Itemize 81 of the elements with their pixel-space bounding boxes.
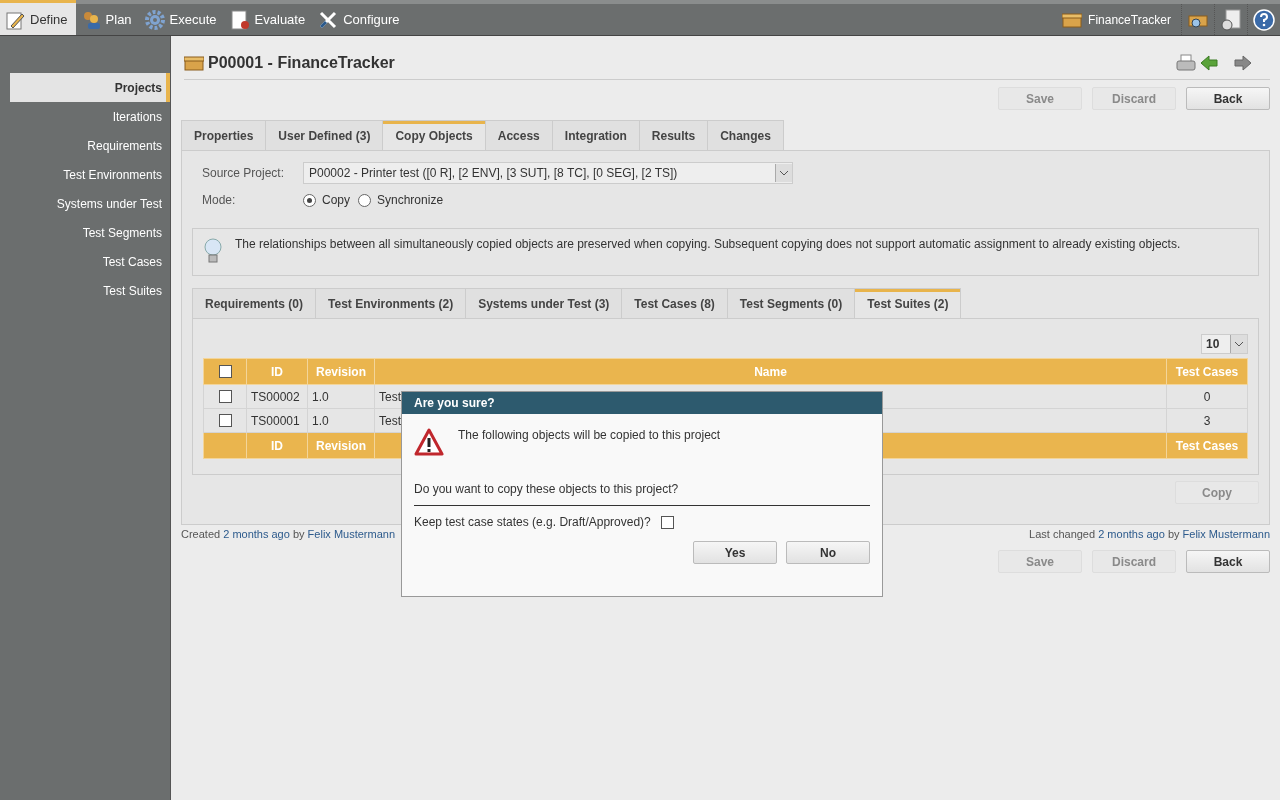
- menu-tab-label: Define: [30, 12, 68, 27]
- menu-tab[interactable]: Plan: [75, 4, 140, 35]
- menu-tab-label: Evaluate: [254, 12, 306, 27]
- arrow-left-icon[interactable]: [1200, 54, 1218, 71]
- info-text: The relationships between all simultaneously copied objects are preserved when copying. Subsequent copying does not support automatic assignment to already existing objects.: [235, 237, 1181, 251]
- menu-tab[interactable]: Configure: [313, 4, 408, 35]
- chevron-down-icon: [1234, 341, 1244, 347]
- tab[interactable]: Integration: [551, 120, 640, 150]
- table-cell: 3: [1166, 408, 1248, 433]
- table-cell: 1.0: [307, 408, 375, 433]
- action-button[interactable]: Back: [1186, 87, 1270, 110]
- dialog-button[interactable]: Yes: [693, 541, 777, 564]
- sidebar-item[interactable]: Test Segments: [10, 218, 170, 247]
- radio-button[interactable]: [358, 193, 371, 207]
- chevron-down-icon: [779, 170, 789, 176]
- menu-tab-label: Plan: [105, 12, 132, 27]
- tab[interactable]: Properties: [181, 120, 267, 150]
- sidebar-item[interactable]: Test Cases: [10, 247, 170, 276]
- time-link[interactable]: 2 months ago: [223, 528, 290, 540]
- sidebar-item[interactable]: Projects: [10, 73, 170, 102]
- menu-tab[interactable]: Define: [0, 0, 76, 35]
- sidebar-item[interactable]: Iterations: [10, 102, 170, 131]
- checkbox-label: Keep test case states (e.g. Draft/Approved)?: [414, 515, 651, 529]
- warning-icon: [414, 428, 444, 456]
- field-label: Mode:: [202, 193, 237, 207]
- report-icon: [229, 9, 250, 30]
- radio-label: Synchronize: [377, 193, 444, 207]
- tab[interactable]: Systems under Test (3): [465, 288, 623, 318]
- dialog-question: Do you want to copy these objects to this project?: [414, 482, 870, 506]
- radio-label: Copy: [322, 193, 350, 207]
- tab[interactable]: Test Segments (0): [726, 288, 856, 318]
- menu-tab-label: Configure: [343, 12, 400, 27]
- notepad-icon: [5, 9, 25, 30]
- menu-tab-label: Execute: [169, 12, 217, 27]
- footer-cell: [203, 432, 247, 459]
- time-link[interactable]: 2 months ago: [1098, 528, 1165, 540]
- tab[interactable]: User Defined (3): [265, 120, 384, 150]
- table-cell: 0: [1166, 384, 1248, 409]
- sidebar-item[interactable]: Requirements: [10, 131, 170, 160]
- tab[interactable]: Test Environments (2): [315, 288, 467, 318]
- tab[interactable]: Test Cases (8): [621, 288, 728, 318]
- menu-tab[interactable]: Evaluate: [224, 4, 314, 35]
- created-text: Created 2 months ago by Felix Mustermann: [181, 528, 396, 540]
- current-project[interactable]: FinanceTracker: [1088, 12, 1171, 27]
- box-icon: [184, 54, 204, 71]
- page-size-dropdown[interactable]: 10: [1201, 334, 1248, 354]
- checkbox[interactable]: [218, 390, 232, 403]
- box-icon: [1062, 11, 1083, 28]
- tab[interactable]: Requirements (0): [192, 288, 317, 318]
- tab[interactable]: Copy Objects: [382, 120, 486, 150]
- tools-icon: [318, 9, 339, 30]
- help-icon[interactable]: [1253, 8, 1275, 31]
- checkbox[interactable]: [660, 515, 674, 529]
- radio-button[interactable]: [303, 193, 316, 207]
- tab[interactable]: Results: [638, 120, 709, 150]
- menu-tab[interactable]: Execute: [139, 4, 225, 35]
- footer-cell: Test Cases: [1166, 432, 1248, 459]
- dialog-title: Are you sure?: [402, 392, 882, 414]
- checkbox[interactable]: [218, 414, 232, 427]
- checkbox[interactable]: [218, 365, 232, 378]
- user-link[interactable]: Felix Mustermann: [307, 528, 396, 540]
- tab[interactable]: Test Suites (2): [854, 288, 962, 318]
- table-cell: TS00002: [246, 384, 308, 409]
- user-link[interactable]: Felix Mustermann: [1182, 528, 1270, 540]
- sidebar-item[interactable]: Test Suites: [10, 276, 170, 305]
- table-cell: 1.0: [307, 384, 375, 409]
- document-clock-icon[interactable]: [1220, 8, 1242, 31]
- last-changed-text: Last changed 2 months ago by Felix Mustermann: [1029, 528, 1270, 540]
- action-button[interactable]: Back: [1186, 550, 1270, 573]
- field-label: Source Project:: [202, 166, 286, 180]
- dialog-button[interactable]: No: [786, 541, 870, 564]
- gear-icon: [144, 9, 165, 30]
- tab[interactable]: Changes: [707, 120, 784, 150]
- sidebar-item[interactable]: Systems under Test: [10, 189, 170, 218]
- tab[interactable]: Access: [484, 120, 553, 150]
- source-project-dropdown[interactable]: P00002 - Printer test ([0 R], [2 ENV], [3 SUT], [8 TC], [0 SEG], [2 TS]): [303, 162, 793, 184]
- page-title: P00001 - FinanceTracker: [208, 53, 395, 72]
- table-cell: TS00001: [246, 408, 308, 433]
- arrow-right-icon[interactable]: [1234, 54, 1252, 71]
- sidebar-item[interactable]: Test Environments: [10, 160, 170, 189]
- printer-icon[interactable]: [1176, 53, 1196, 72]
